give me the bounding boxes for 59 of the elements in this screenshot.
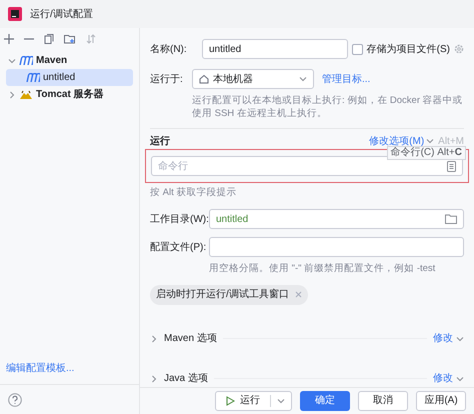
window-title: 运行/调试配置 (30, 8, 93, 22)
manage-targets-link[interactable]: 管理目标... (322, 72, 370, 86)
home-icon (199, 74, 209, 84)
section-title: Maven 选项 (164, 332, 217, 346)
document-icon[interactable] (447, 160, 456, 172)
modify-link[interactable]: 修改 (433, 371, 464, 386)
ok-button[interactable]: 确定 (300, 390, 350, 411)
maven-icon (19, 56, 33, 65)
options-section[interactable]: Maven 选项 修改 (150, 330, 464, 346)
checkbox[interactable] (352, 44, 363, 54)
tree-label: Tomcat 服务器 (36, 88, 104, 102)
caret-icon (456, 336, 464, 342)
modify-link[interactable]: 修改 (433, 331, 464, 346)
profiles-field[interactable] (209, 237, 464, 258)
chevron-right-icon[interactable] (150, 334, 158, 342)
new-folder-icon[interactable] (64, 34, 76, 44)
field-label: 配置文件(P): (150, 240, 205, 255)
section-title: Java 选项 (164, 372, 208, 386)
caret-icon (456, 376, 464, 382)
chevron-right-icon[interactable] (150, 374, 158, 382)
play-icon (226, 396, 235, 406)
caret-icon[interactable] (277, 398, 285, 404)
caret-icon (299, 76, 307, 82)
hint-text: 按 Alt 获取字段提示 (150, 186, 238, 200)
gear-icon[interactable] (454, 44, 464, 54)
name-field[interactable]: untitled (202, 39, 348, 59)
tree-item[interactable]: untitled (6, 69, 133, 86)
hint-text: 运行配置可以在本地或目标上执行: 例如，在 Docker 容器中或使用 SSH 在远程主机上执行。 (192, 94, 464, 120)
folder-icon[interactable] (445, 214, 457, 224)
sort-icon[interactable] (86, 34, 96, 44)
copy-icon[interactable] (44, 34, 54, 44)
tree-item[interactable]: Tomcat 服务器 (6, 86, 133, 103)
close-icon[interactable] (294, 291, 302, 298)
app-logo-icon (8, 7, 22, 21)
option-chip[interactable]: 启动时打开运行/调试工具窗口 (150, 284, 308, 304)
directory-field[interactable]: untitled (209, 209, 464, 230)
help-icon[interactable] (8, 392, 22, 406)
field-label: 名称(N): (150, 42, 188, 56)
hint-text: 用空格分隔。使用 "-" 前缀禁用配置文件，例如 -test (209, 262, 436, 276)
maven-icon (26, 73, 40, 82)
options-section[interactable]: Java 选项 修改 (150, 370, 464, 386)
caret-icon (426, 138, 434, 144)
tree-item[interactable]: Maven (6, 52, 133, 69)
tree-label: Maven (36, 54, 68, 68)
field-label: 运行于: (150, 72, 184, 86)
target-dropdown[interactable]: 本地机器 (192, 69, 314, 89)
shortcut-text: Alt+M (438, 134, 464, 148)
edit-templates-link[interactable]: 编辑配置模板... (0, 361, 139, 384)
add-icon[interactable] (4, 34, 14, 44)
dialog-button[interactable]: 取消 (358, 390, 408, 411)
section-title: 运行 (150, 134, 170, 148)
chevron-right-icon[interactable] (8, 90, 16, 98)
dialog-button[interactable]: 应用(A) (416, 390, 466, 411)
tree-label: untitled (43, 71, 76, 85)
checkbox-label: 存储为项目文件(S) (366, 42, 450, 56)
chevron-down-icon[interactable] (8, 56, 16, 64)
modify-options-link[interactable]: 修改选项(M) (369, 134, 434, 148)
run-split-button[interactable]: 运行 (215, 390, 292, 411)
tooltip: 命令行(C) Alt+C (386, 146, 466, 160)
